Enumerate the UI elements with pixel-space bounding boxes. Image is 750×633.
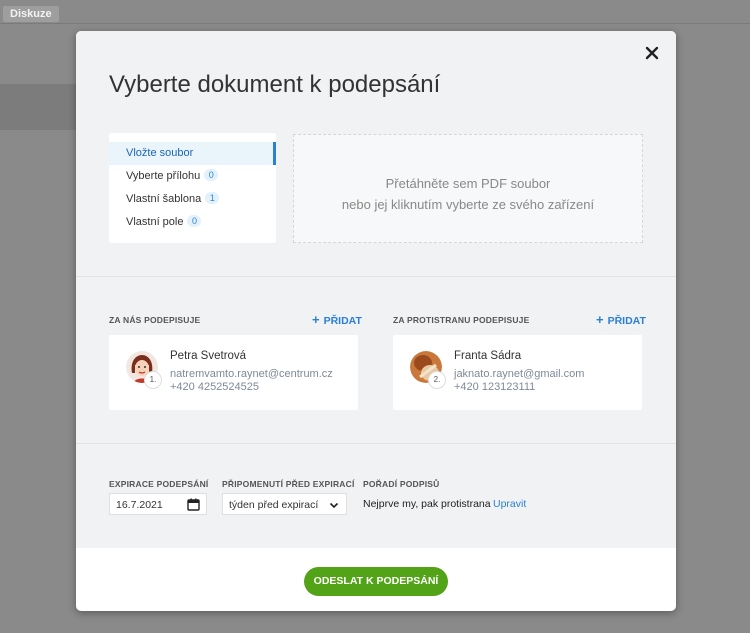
modal-title: Vyberte dokument k podepsání	[109, 71, 441, 98]
edit-signing-order-link[interactable]: Upravit	[493, 498, 526, 510]
tab-custom-template[interactable]: Vlastní šablona 1	[109, 188, 276, 211]
reminder-label: PŘIPOMENUTÍ PŘED EXPIRACÍ	[222, 479, 355, 489]
chevron-down-icon	[329, 502, 339, 509]
calendar-icon[interactable]	[187, 498, 200, 511]
background-band	[0, 84, 76, 130]
counterparty-signer-card[interactable]: 2. Franta Sádra jaknato.raynet@gmail.com…	[393, 335, 642, 410]
expiration-date-value: 16.7.2021	[116, 499, 163, 511]
background-tab-diskuze[interactable]: Diskuze	[3, 6, 59, 22]
signer-name: Petra Svetrová	[170, 350, 247, 362]
signer-email: jaknato.raynet@gmail.com	[454, 368, 585, 380]
counterparty-signers-label: ZA PROTISTRANU PODEPISUJE	[393, 315, 530, 325]
plus-icon: +	[596, 312, 604, 327]
tab-custom-fields[interactable]: Vlastní pole 0	[109, 211, 276, 234]
add-label: PŘIDAT	[323, 315, 362, 327]
tab-select-attachment[interactable]: Vyberte přílohu 0	[109, 165, 276, 188]
signing-order-value: Nejprve my, pak protistrana	[363, 498, 491, 510]
signer-phone: +420 123123111	[454, 381, 536, 393]
tab-label: Vlastní pole	[126, 216, 184, 228]
dropzone-line2: nebo jej kliknutím vyberte ze svého zaří…	[341, 197, 595, 212]
signer-order-badge: 2.	[428, 371, 446, 389]
tab-upload-file[interactable]: Vložte soubor	[109, 142, 276, 165]
reminder-select[interactable]: týden před expirací	[222, 493, 347, 515]
section-divider	[76, 276, 676, 277]
reminder-value: týden před expirací	[229, 499, 319, 511]
add-label: PŘIDAT	[607, 315, 646, 327]
tab-count-badge: 0	[204, 169, 219, 181]
signer-email: natremvamto.raynet@centrum.cz	[170, 368, 333, 380]
tab-label: Vyberte přílohu	[126, 170, 201, 182]
signer-name: Franta Sádra	[454, 350, 522, 362]
signing-order-label: POŘADÍ PODPISŮ	[363, 479, 440, 489]
send-for-signing-button[interactable]: ODESLAT K PODEPSÁNÍ	[304, 567, 448, 596]
signer-phone: +420 4252524525	[170, 381, 260, 393]
add-counterparty-signer-button[interactable]: + PŘIDAT	[596, 312, 646, 327]
sign-document-modal: Vyberte dokument k podepsání Vložte soub…	[76, 31, 676, 611]
expiration-label: EXPIRACE PODEPSÁNÍ	[109, 479, 209, 489]
plus-icon: +	[312, 312, 320, 327]
tab-label: Vložte soubor	[126, 147, 194, 159]
modal-body	[76, 31, 676, 548]
tab-count-badge: 1	[205, 192, 220, 204]
tab-count-badge: 0	[187, 215, 202, 227]
document-source-tabs: Vložte soubor Vyberte přílohu 0 Vlastní š…	[109, 133, 276, 243]
pdf-dropzone[interactable]: Přetáhněte sem PDF soubor nebo jej klikn…	[293, 134, 643, 243]
our-signers-label: ZA NÁS PODEPISUJE	[109, 315, 201, 325]
our-signer-card[interactable]: 1. Petra Svetrová natremvamto.raynet@cen…	[109, 335, 358, 410]
dropzone-line1: Přetáhněte sem PDF soubor	[385, 176, 551, 191]
close-button[interactable]	[642, 43, 662, 63]
expiration-date-input[interactable]: 16.7.2021	[109, 493, 207, 515]
close-icon	[645, 46, 659, 60]
signer-order-badge: 1.	[144, 371, 162, 389]
add-our-signer-button[interactable]: + PŘIDAT	[312, 312, 362, 327]
tab-label: Vlastní šablona	[126, 193, 202, 205]
background-divider	[0, 23, 750, 24]
section-divider	[76, 443, 676, 444]
